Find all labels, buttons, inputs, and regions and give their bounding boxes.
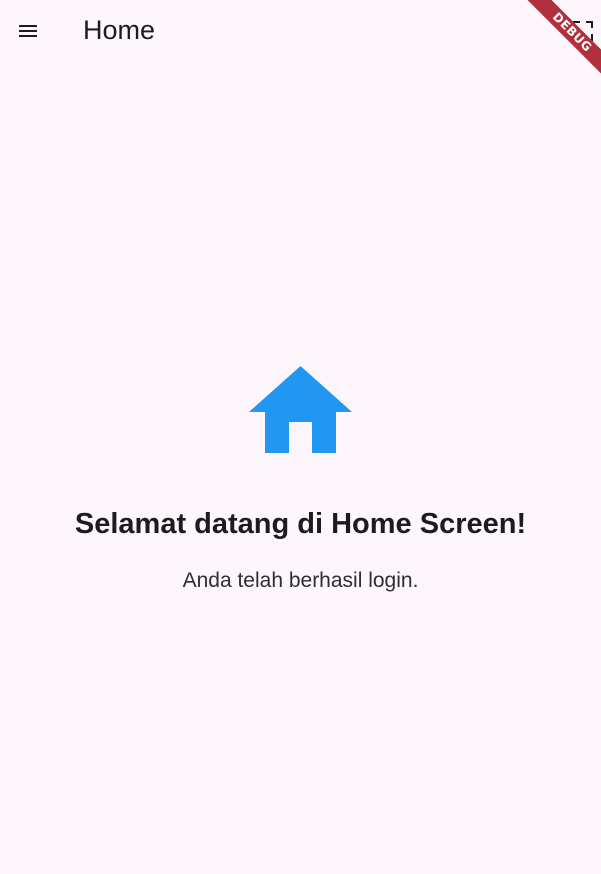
menu-icon [19,25,37,37]
fullscreen-button[interactable] [559,7,601,55]
welcome-heading: Selamat datang di Home Screen! [74,508,527,540]
fullscreen-icon [573,21,593,41]
page-title: Home [83,15,156,45]
main-content: Selamat datang di Home Screen! Anda tela… [0,62,601,874]
menu-button[interactable] [4,7,52,55]
home-icon [249,366,352,453]
welcome-subtitle: Anda telah berhasil login. [182,569,419,592]
app-bar: Home [0,0,601,62]
